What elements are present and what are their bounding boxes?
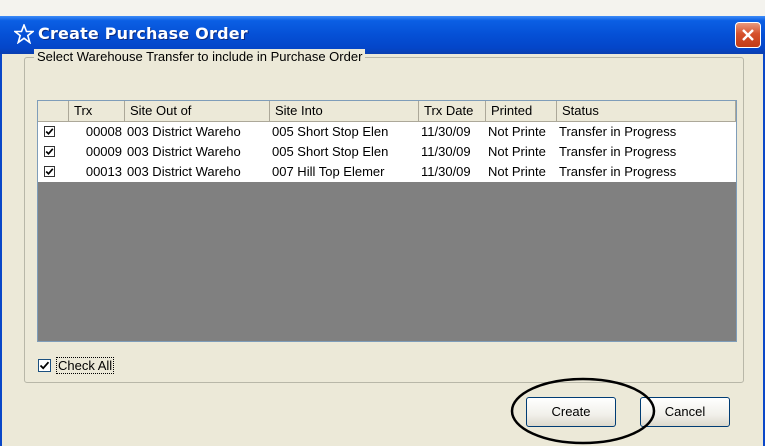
app-star-icon [14, 24, 34, 44]
cell-trx: 00008 [85, 124, 122, 139]
cell-trx-date: 11/30/09 [421, 124, 471, 139]
list-header: Trx Site Out of Site Into Trx Date Print… [38, 101, 736, 122]
header-status[interactable]: Status [557, 101, 736, 121]
cell-status: Transfer in Progress [559, 144, 677, 159]
header-trx[interactable]: Trx [69, 101, 125, 121]
cell-printed: Not Printe [488, 164, 546, 179]
table-row[interactable]: 00009 003 District Wareho 005 Short Stop… [38, 142, 736, 162]
cell-trx: 00009 [85, 144, 122, 159]
cell-printed: Not Printe [488, 144, 546, 159]
cell-site-out-of: 003 District Wareho [127, 164, 241, 179]
close-button[interactable] [735, 22, 761, 48]
table-row[interactable]: 00008 003 District Wareho 005 Short Stop… [38, 122, 736, 142]
row-checkbox[interactable] [44, 166, 55, 177]
header-check-column[interactable] [38, 101, 69, 121]
header-site-out-of[interactable]: Site Out of [125, 101, 270, 121]
check-all-box[interactable] [38, 359, 51, 372]
cell-site-into: 005 Short Stop Elen [272, 144, 389, 159]
table-row[interactable]: 00013 003 District Wareho 007 Hill Top E… [38, 162, 736, 182]
checkmark-icon [45, 128, 54, 136]
cell-trx-date: 11/30/09 [421, 164, 471, 179]
cell-trx-date: 11/30/09 [421, 144, 471, 159]
check-all-checkbox[interactable]: Check All [38, 357, 115, 374]
header-site-into[interactable]: Site Into [270, 101, 419, 121]
highlight-circle-annotation [510, 377, 656, 445]
checkmark-icon [45, 168, 54, 176]
cell-site-out-of: 003 District Wareho [127, 144, 241, 159]
checkmark-icon [45, 148, 54, 156]
check-all-label[interactable]: Check All [56, 357, 115, 374]
transfer-list[interactable]: Trx Site Out of Site Into Trx Date Print… [37, 100, 737, 342]
window-title: Create Purchase Order [38, 24, 248, 43]
row-checkbox[interactable] [44, 146, 55, 157]
checkmark-icon [39, 361, 50, 370]
header-printed[interactable]: Printed [486, 101, 557, 121]
cell-status: Transfer in Progress [559, 124, 677, 139]
close-icon [742, 29, 754, 41]
cell-trx: 00013 [85, 164, 122, 179]
cell-printed: Not Printe [488, 124, 546, 139]
cell-site-into: 007 Hill Top Elemer [272, 164, 385, 179]
cell-status: Transfer in Progress [559, 164, 677, 179]
cell-site-out-of: 003 District Wareho [127, 124, 241, 139]
group-legend: Select Warehouse Transfer to include in … [34, 49, 366, 64]
cell-site-into: 005 Short Stop Elen [272, 124, 389, 139]
header-trx-date[interactable]: Trx Date [419, 101, 486, 121]
row-checkbox[interactable] [44, 126, 55, 137]
